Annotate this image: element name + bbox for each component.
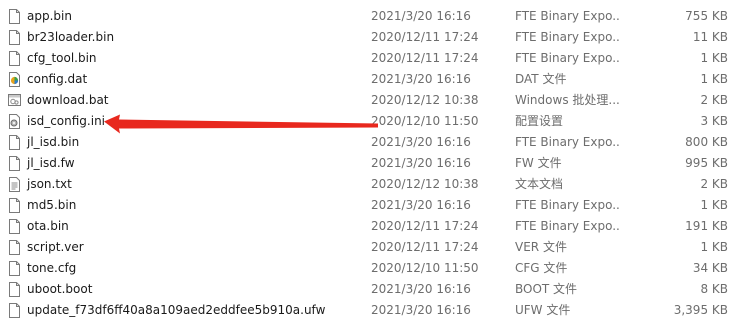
file-row[interactable]: tone.cfg 2020/12/10 11:50 CFG 文件 34 KB: [0, 258, 749, 279]
file-row[interactable]: app.bin 2021/3/20 16:16 FTE Binary Expo.…: [0, 6, 749, 27]
file-type: BOOT 文件: [515, 282, 578, 296]
file-row[interactable]: jl_isd.bin 2021/3/20 16:16 FTE Binary Ex…: [0, 132, 749, 153]
file-date: 2020/12/11 17:24: [371, 51, 479, 65]
file-row[interactable]: br23loader.bin 2020/12/11 17:24 FTE Bina…: [0, 27, 749, 48]
file-type: FTE Binary Expo...: [515, 30, 621, 44]
file-size: 11 KB: [692, 30, 728, 44]
file-size: 2 KB: [700, 177, 728, 191]
file-size: 3,395 KB: [673, 303, 728, 317]
file-size: 2 KB: [700, 93, 728, 107]
file-name[interactable]: br23loader.bin: [27, 27, 114, 48]
file-name[interactable]: jl_isd.bin: [27, 132, 79, 153]
page-icon: [8, 135, 21, 150]
file-date: 2021/3/20 16:16: [371, 156, 471, 170]
file-row[interactable]: config.dat 2021/3/20 16:16 DAT 文件 1 KB: [0, 69, 749, 90]
file-name[interactable]: json.txt: [27, 174, 72, 195]
file-type: CFG 文件: [515, 261, 568, 275]
page-icon: [8, 51, 21, 66]
file-size: 3 KB: [700, 114, 728, 128]
file-date: 2020/12/11 17:24: [371, 30, 479, 44]
file-date: 2021/3/20 16:16: [371, 72, 471, 86]
batch-file-icon: [8, 93, 21, 108]
file-size: 755 KB: [685, 9, 728, 23]
file-row[interactable]: script.ver 2020/12/11 17:24 VER 文件 1 KB: [0, 237, 749, 258]
file-date: 2020/12/11 17:24: [371, 219, 479, 233]
file-name[interactable]: script.ver: [27, 237, 84, 258]
file-size: 800 KB: [685, 135, 728, 149]
file-date: 2021/3/20 16:16: [371, 9, 471, 23]
file-date: 2021/3/20 16:16: [371, 303, 471, 317]
file-name[interactable]: tone.cfg: [27, 258, 76, 279]
file-date: 2021/3/20 16:16: [371, 198, 471, 212]
file-size: 1 KB: [700, 240, 728, 254]
file-list: app.bin 2021/3/20 16:16 FTE Binary Expo.…: [0, 6, 749, 321]
file-row[interactable]: jl_isd.fw 2021/3/20 16:16 FW 文件 995 KB: [0, 153, 749, 174]
file-type: Windows 批处理...: [515, 93, 620, 107]
file-type: FW 文件: [515, 156, 562, 170]
file-type: DAT 文件: [515, 72, 567, 86]
file-row[interactable]: uboot.boot 2021/3/20 16:16 BOOT 文件 8 KB: [0, 279, 749, 300]
file-date: 2020/12/12 10:38: [371, 177, 479, 191]
file-row[interactable]: update_f73df6ff40a8a109aed2eddfee5b910a.…: [0, 300, 749, 321]
file-name[interactable]: uboot.boot: [27, 279, 92, 300]
file-type: FTE Binary Expo...: [515, 135, 621, 149]
file-type: VER 文件: [515, 240, 567, 254]
page-icon: [8, 198, 21, 213]
file-row[interactable]: ota.bin 2020/12/11 17:24 FTE Binary Expo…: [0, 216, 749, 237]
settings-file-icon: [8, 114, 21, 129]
file-name[interactable]: md5.bin: [27, 195, 76, 216]
file-name[interactable]: cfg_tool.bin: [27, 48, 97, 69]
file-type: FTE Binary Expo...: [515, 9, 621, 23]
file-date: 2020/12/11 17:24: [371, 240, 479, 254]
page-icon: [8, 30, 21, 45]
page-icon: [8, 156, 21, 171]
file-type: FTE Binary Expo...: [515, 198, 621, 212]
file-size: 1 KB: [700, 198, 728, 212]
page-icon: [8, 282, 21, 297]
file-date: 2020/12/10 11:50: [371, 261, 479, 275]
file-name[interactable]: config.dat: [27, 69, 87, 90]
file-date: 2020/12/12 10:38: [371, 93, 479, 107]
file-name[interactable]: isd_config.ini: [27, 111, 105, 132]
file-size: 1 KB: [700, 51, 728, 65]
page-icon: [8, 219, 21, 234]
file-name[interactable]: app.bin: [27, 6, 72, 27]
file-type: UFW 文件: [515, 303, 571, 317]
page-icon: [8, 9, 21, 24]
file-name[interactable]: ota.bin: [27, 216, 69, 237]
file-row[interactable]: json.txt 2020/12/12 10:38 文本文档 2 KB: [0, 174, 749, 195]
file-size: 1 KB: [700, 72, 728, 86]
page-icon: [8, 240, 21, 255]
page-icon: [8, 303, 21, 318]
file-type: 文本文档: [515, 177, 564, 191]
file-size: 191 KB: [685, 219, 728, 233]
file-size: 8 KB: [700, 282, 728, 296]
file-row[interactable]: cfg_tool.bin 2020/12/11 17:24 FTE Binary…: [0, 48, 749, 69]
page-icon: [8, 261, 21, 276]
file-type: 配置设置: [515, 114, 564, 128]
file-date: 2021/3/20 16:16: [371, 282, 471, 296]
file-size: 995 KB: [685, 156, 728, 170]
file-date: 2021/3/20 16:16: [371, 135, 471, 149]
file-type: FTE Binary Expo...: [515, 51, 621, 65]
text-file-icon: [8, 177, 21, 192]
file-row[interactable]: download.bat 2020/12/12 10:38 Windows 批处…: [0, 90, 749, 111]
file-name[interactable]: jl_isd.fw: [27, 153, 75, 174]
file-type: FTE Binary Expo...: [515, 219, 621, 233]
file-name[interactable]: update_f73df6ff40a8a109aed2eddfee5b910a.…: [27, 300, 325, 321]
file-row[interactable]: md5.bin 2021/3/20 16:16 FTE Binary Expo.…: [0, 195, 749, 216]
file-row[interactable]: isd_config.ini 2020/12/10 11:50 配置设置 3 K…: [0, 111, 749, 132]
file-size: 34 KB: [692, 261, 728, 275]
media-file-icon: [8, 72, 21, 87]
file-date: 2020/12/10 11:50: [371, 114, 479, 128]
file-name[interactable]: download.bat: [27, 90, 109, 111]
